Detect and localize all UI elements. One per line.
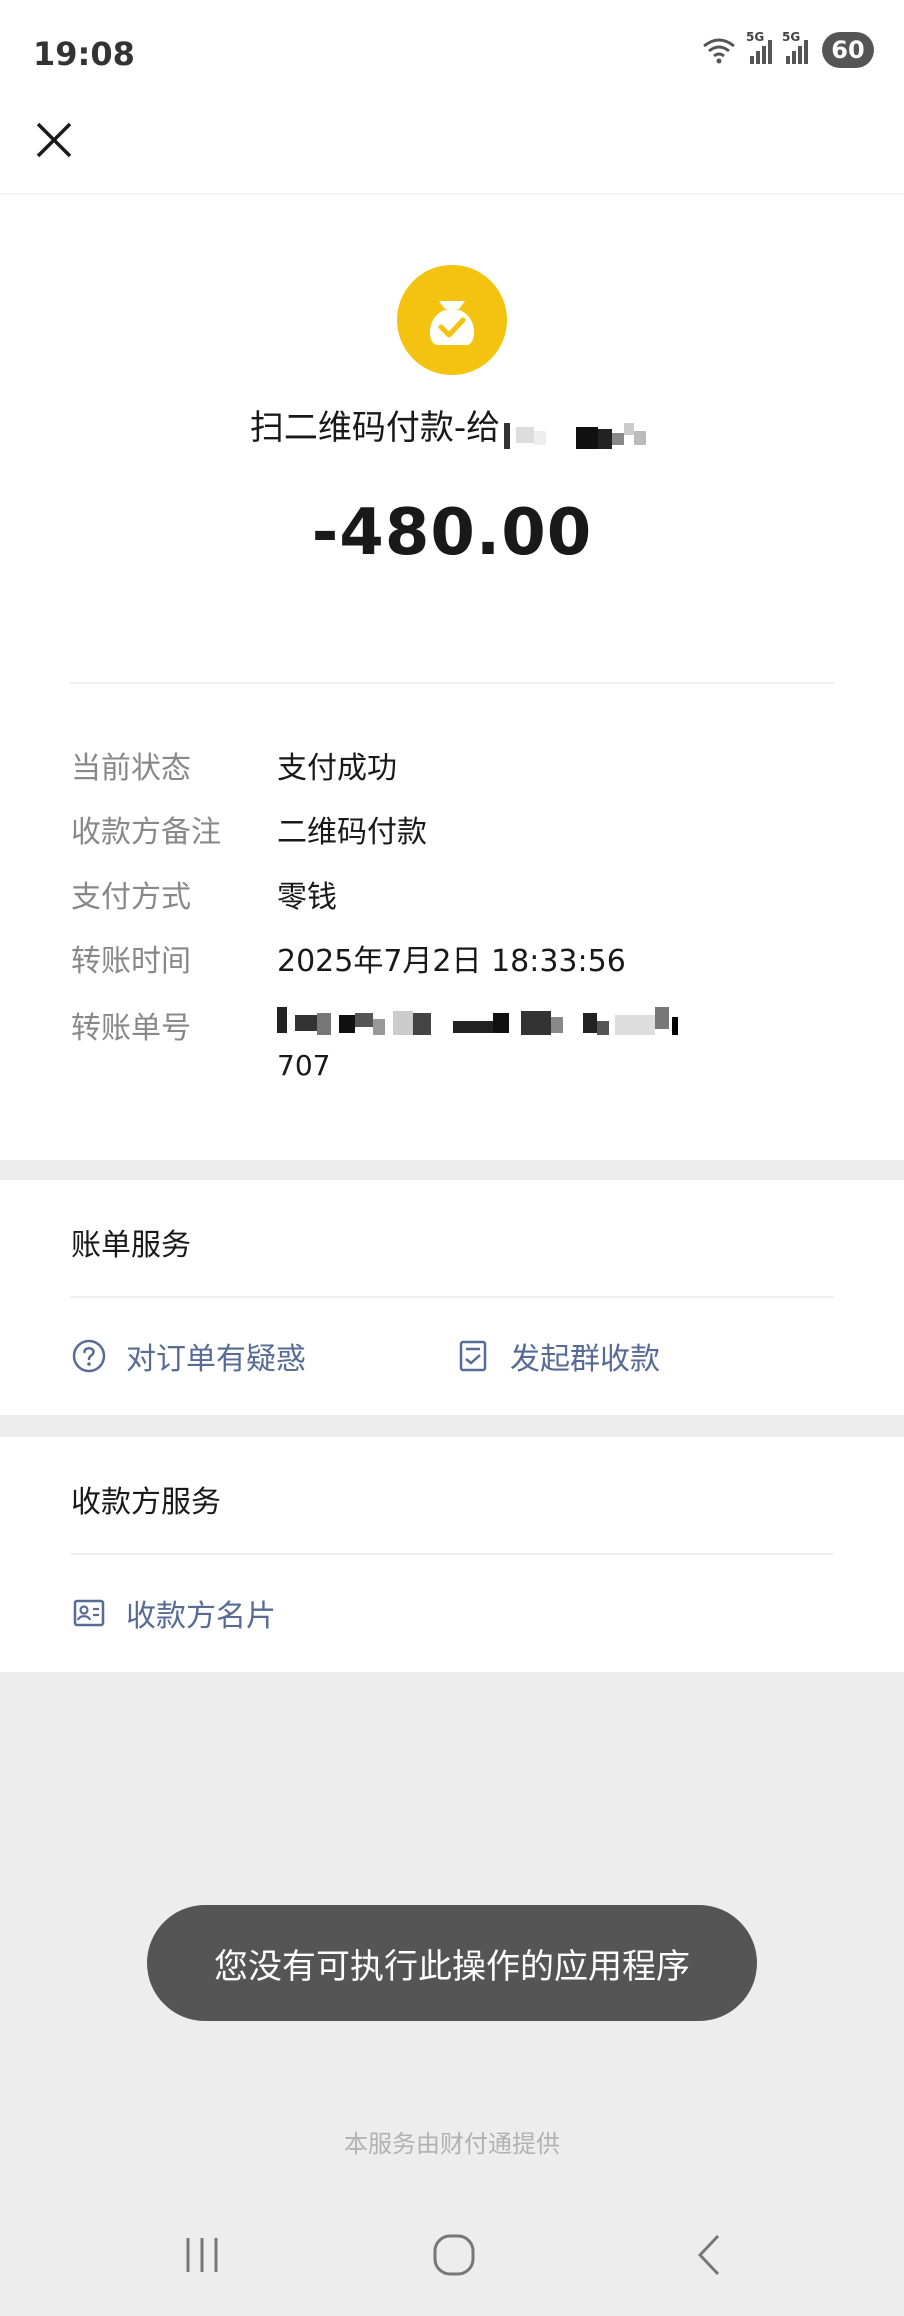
- detail-row-order-number: 转账单号 707: [71, 1003, 851, 1093]
- close-icon[interactable]: [32, 118, 76, 162]
- money-bag-icon: [397, 265, 507, 375]
- detail-label: 当前状态: [71, 751, 191, 786]
- status-time: 19:08: [33, 35, 135, 73]
- detail-value: 2025年7月2日 18:33:56: [277, 944, 626, 979]
- group-collect-label: 发起群收款: [510, 1342, 660, 1377]
- signal-icon-sim1: 5G: [746, 30, 772, 64]
- header-divider: [0, 193, 904, 195]
- detail-value: 支付成功: [277, 751, 397, 786]
- recent-apps-icon[interactable]: [172, 2230, 232, 2280]
- amount-divider: [70, 682, 834, 684]
- signal-icon-sim2: 5G: [782, 30, 808, 64]
- home-icon[interactable]: [424, 2230, 484, 2280]
- payee-card-button[interactable]: 收款方名片: [72, 1591, 276, 1635]
- transaction-title: 扫二维码付款-给: [249, 408, 501, 448]
- detail-label: 支付方式: [71, 880, 191, 915]
- battery-indicator: 60: [822, 32, 874, 68]
- group-collect-button[interactable]: 发起群收款: [456, 1334, 660, 1378]
- detail-label: 转账单号: [71, 1011, 191, 1046]
- detail-value: 零钱: [277, 880, 337, 915]
- toast-message: 您没有可执行此操作的应用程序: [147, 1905, 757, 2021]
- detail-label: 转账时间: [71, 944, 191, 979]
- status-bar: 19:08 5G 5G 60: [0, 0, 904, 110]
- merchant-line: 扫二维码付款-给: [0, 400, 904, 453]
- top-panel: [0, 0, 904, 1160]
- transaction-amount: -480.00: [311, 496, 593, 570]
- payee-service-section: 收款方服务 收款方名片: [0, 1437, 904, 1672]
- receipt-icon: [459, 1340, 487, 1372]
- question-circle-icon: [72, 1339, 106, 1373]
- status-icons: 5G 5G 60: [702, 30, 874, 68]
- payee-card-label: 收款方名片: [126, 1599, 276, 1634]
- bill-service-section: 账单服务 对订单有疑惑 发起群收款: [0, 1180, 904, 1415]
- svg-text:707: 707: [277, 1049, 330, 1082]
- back-icon[interactable]: [680, 2230, 740, 2280]
- section-divider: [70, 1296, 834, 1298]
- contact-card-icon: [73, 1599, 105, 1627]
- order-doubt-button[interactable]: 对订单有疑惑: [72, 1334, 306, 1378]
- footer-provider-text: 本服务由财付通提供: [344, 2130, 560, 2158]
- sim1-label: 5G: [746, 30, 765, 44]
- sim2-label: 5G: [782, 30, 801, 44]
- redacted-merchant-name: [504, 422, 647, 449]
- section-divider: [70, 1553, 834, 1555]
- redacted-order-number: 707: [277, 1007, 678, 1082]
- detail-value: 二维码付款: [277, 815, 427, 850]
- wifi-icon: [703, 38, 735, 64]
- order-doubt-label: 对订单有疑惑: [126, 1342, 306, 1377]
- detail-label: 收款方备注: [71, 815, 221, 850]
- system-nav-bar: [0, 2200, 904, 2316]
- payee-service-title: 收款方服务: [71, 1485, 221, 1520]
- bill-service-title: 账单服务: [71, 1228, 191, 1263]
